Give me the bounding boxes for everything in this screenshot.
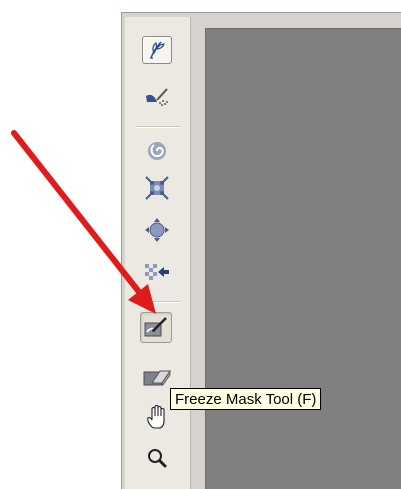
hand-tool-button[interactable] — [142, 403, 172, 431]
liquify-window: Freeze Mask Tool (F) — [0, 0, 401, 489]
bloat-tool-button[interactable] — [142, 216, 172, 244]
tools-separator — [136, 126, 180, 128]
magnifier-icon — [148, 449, 167, 468]
hand-icon — [147, 404, 165, 429]
preview-canvas[interactable] — [205, 28, 401, 489]
thaw-mask-icon — [143, 369, 171, 386]
tools-separator — [136, 301, 180, 303]
zoom-tool-button[interactable] — [142, 444, 172, 472]
twirl-icon — [148, 142, 166, 160]
bloat-icon — [145, 218, 169, 242]
thaw-mask-tool-button[interactable] — [142, 363, 172, 391]
forward-warp-tool-button[interactable] — [142, 36, 172, 64]
freeze-mask-icon — [144, 316, 167, 336]
warp-feather-icon — [150, 41, 165, 59]
twirl-clockwise-tool-button[interactable] — [142, 137, 172, 165]
reconstruct-brush-icon — [146, 88, 168, 106]
freeze-mask-tool-button[interactable] — [140, 312, 172, 343]
pucker-tool-button[interactable] — [142, 174, 172, 202]
push-left-icon — [145, 264, 169, 280]
pucker-icon — [145, 176, 169, 200]
tool-tooltip: Freeze Mask Tool (F) — [170, 388, 322, 410]
reconstruct-tool-button[interactable] — [142, 82, 172, 110]
push-left-tool-button[interactable] — [142, 258, 172, 286]
